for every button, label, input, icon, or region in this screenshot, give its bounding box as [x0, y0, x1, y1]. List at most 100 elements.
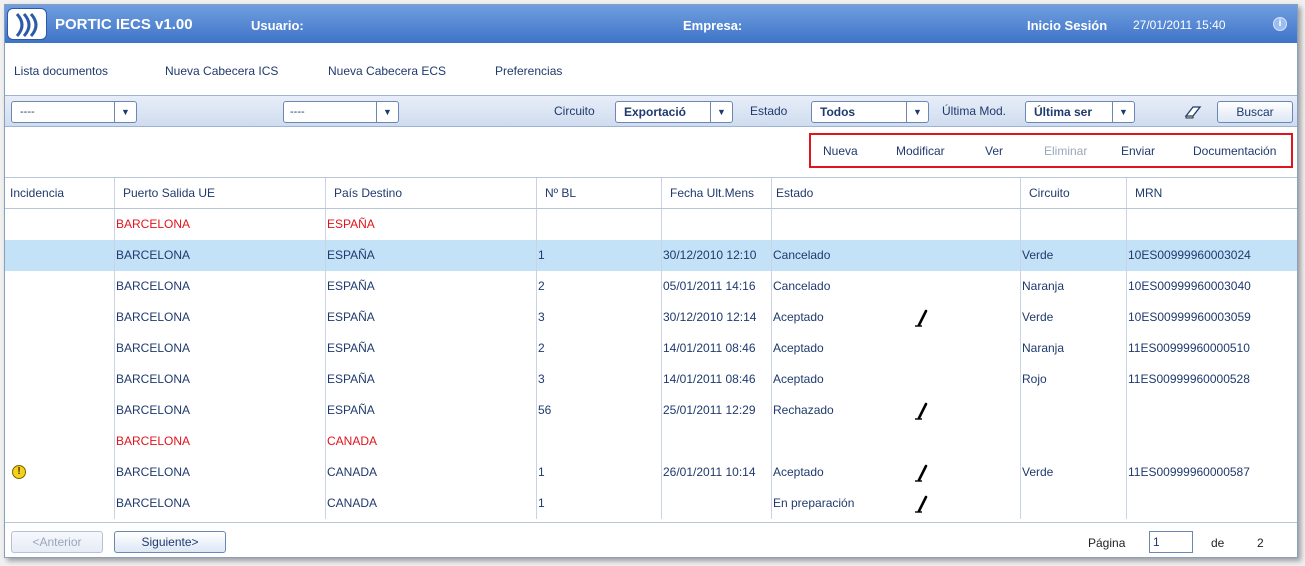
documentacion-action[interactable]: Documentación [1193, 144, 1276, 158]
mrn-cell: 10ES00999960003040 [1128, 279, 1251, 293]
pais-destino-cell: ESPAÑA [326, 271, 537, 302]
fecha-ult-mens-cell [662, 488, 772, 519]
table-row[interactable]: BARCELONA CANADA [5, 426, 1297, 457]
circuito-cell [1021, 426, 1127, 457]
table-row[interactable]: BARCELONA ESPAÑA 2 14/01/2011 08:46 Aceptado… [5, 333, 1297, 364]
estado-cell: Aceptado [772, 364, 1021, 395]
table-row[interactable]: BARCELONA ESPAÑA [5, 209, 1297, 240]
puerto-salida-cell: BARCELONA [115, 333, 326, 364]
incidencia-cell [5, 364, 115, 395]
warning-icon[interactable]: ! [12, 465, 26, 479]
edit-pencil-icon[interactable] [913, 309, 929, 330]
pais-destino-cell: ESPAÑA [326, 395, 537, 426]
inicio-sesion-label: Inicio Sesión [1027, 18, 1108, 33]
estado-cell [772, 426, 1021, 457]
circuito-cell: Verde [1021, 457, 1127, 488]
estado-cell: En preparación [772, 488, 1021, 519]
mrn-cell: 11ES00999960000528 [1128, 372, 1250, 386]
ultima-mod-select-value: Última ser [1034, 105, 1093, 119]
fecha-ult-mens-cell: 05/01/2011 14:16 [662, 271, 772, 302]
pagina-label: Página [1088, 536, 1126, 550]
info-icon[interactable]: i [1273, 17, 1287, 31]
circuito-cell: Verde [1021, 302, 1127, 333]
column-header[interactable]: Fecha Ult.Mens [662, 178, 772, 208]
pais-destino-cell: ESPAÑA [326, 333, 537, 364]
filter-combo-1[interactable]: ---- ▼ [11, 101, 137, 123]
numero-bl-cell: 2 [537, 271, 662, 302]
puerto-salida-cell: BARCELONA [115, 302, 326, 333]
anterior-button[interactable]: <Anterior [11, 531, 103, 553]
main-menu: Lista documentos Nueva Cabecera ICS Nuev… [5, 43, 1297, 95]
column-header[interactable]: Circuito [1021, 178, 1127, 208]
siguiente-button[interactable]: Siguiente> [114, 531, 226, 553]
incidencia-cell [5, 302, 115, 333]
session-datetime: 27/01/2011 15:40 [1133, 18, 1226, 32]
pais-destino-cell: ESPAÑA [326, 240, 537, 271]
circuito-cell: Rojo [1021, 364, 1127, 395]
mrn-cell [1127, 209, 1297, 240]
chevron-down-icon[interactable]: ▼ [710, 102, 732, 122]
documents-table: Incidencia Puerto Salida UE País Destino… [5, 177, 1297, 522]
table-row[interactable]: BARCELONA ESPAÑA 56 25/01/2011 12:29 Rechaza… [5, 395, 1297, 426]
table-row[interactable]: BARCELONA CANADA 1 En preparación [5, 488, 1297, 519]
nueva-action[interactable]: Nueva [823, 144, 858, 158]
modificar-action[interactable]: Modificar [896, 144, 945, 158]
estado-cell: Cancelado [772, 240, 1021, 271]
fecha-ult-mens-cell [662, 209, 772, 240]
circuito-filter-label: Circuito [554, 104, 595, 118]
table-row[interactable]: BARCELONA ESPAÑA 1 30/12/2010 12:10 Cancelad… [5, 240, 1297, 271]
eraser-icon[interactable] [1184, 104, 1202, 123]
table-row[interactable]: BARCELONA ESPAÑA 3 14/01/2011 08:46 Aceptado… [5, 364, 1297, 395]
circuito-cell: Verde [1021, 240, 1127, 271]
column-header[interactable]: Puerto Salida UE [115, 178, 326, 208]
menu-preferencias[interactable]: Preferencias [495, 64, 562, 78]
edit-pencil-icon[interactable] [913, 495, 929, 516]
estado-cell: Aceptado [772, 333, 1021, 364]
ultima-mod-select[interactable]: Última ser ▼ [1025, 101, 1135, 123]
estado-filter-label: Estado [750, 104, 788, 118]
pais-destino-cell: CANADA [326, 457, 537, 488]
estado-cell: Aceptado [772, 457, 1021, 488]
column-header[interactable]: MRN [1127, 178, 1297, 208]
buscar-button[interactable]: Buscar [1217, 101, 1293, 123]
fecha-ult-mens-cell: 26/01/2011 10:14 [662, 457, 772, 488]
chevron-down-icon[interactable]: ▼ [1112, 102, 1134, 122]
table-row[interactable]: BARCELONA ESPAÑA 2 05/01/2011 14:16 Cancelad… [5, 271, 1297, 302]
estado-cell: Cancelado [772, 271, 1021, 302]
numero-bl-cell: 1 [537, 457, 662, 488]
usuario-label: Usuario: [251, 18, 304, 33]
table-row[interactable]: BARCELONA ESPAÑA 3 30/12/2010 12:14 Aceptado… [5, 302, 1297, 333]
pais-destino-cell: ESPAÑA [326, 209, 537, 240]
chevron-down-icon[interactable]: ▼ [114, 102, 136, 122]
edit-pencil-icon[interactable] [913, 402, 929, 423]
estado-cell [772, 209, 1021, 240]
app-window: PORTIC IECS v1.00 Usuario: Empresa: Inic… [4, 4, 1298, 558]
filter-combo-2[interactable]: ---- ▼ [283, 101, 399, 123]
chevron-down-icon[interactable]: ▼ [376, 102, 398, 122]
menu-lista-documentos[interactable]: Lista documentos [14, 64, 108, 78]
column-header[interactable]: Nº BL [537, 178, 662, 208]
page-number-input[interactable] [1149, 531, 1193, 553]
filter-combo-1-value: ---- [20, 106, 35, 118]
de-label: de [1211, 536, 1225, 550]
column-header[interactable]: País Destino [326, 178, 537, 208]
ver-action[interactable]: Ver [985, 144, 1003, 158]
circuito-select[interactable]: Exportació ▼ [615, 101, 733, 123]
circuito-cell: Naranja [1021, 333, 1127, 364]
menu-nueva-cabecera-ics[interactable]: Nueva Cabecera ICS [165, 64, 278, 78]
puerto-salida-cell: BARCELONA [115, 426, 326, 457]
pais-destino-cell: ESPAÑA [326, 302, 537, 333]
enviar-action[interactable]: Enviar [1121, 144, 1155, 158]
menu-nueva-cabecera-ecs[interactable]: Nueva Cabecera ECS [328, 64, 446, 78]
edit-pencil-icon[interactable] [913, 464, 929, 485]
chevron-down-icon[interactable]: ▼ [906, 102, 928, 122]
fecha-ult-mens-cell: 30/12/2010 12:14 [662, 302, 772, 333]
actions-row: Nueva Modificar Ver Eliminar Enviar Docu… [5, 127, 1297, 177]
eliminar-action[interactable]: Eliminar [1044, 144, 1087, 158]
table-row[interactable]: BARCELONA CANADA 1 26/01/2011 10:14 Aceptado… [5, 457, 1297, 488]
column-header[interactable]: Incidencia [5, 178, 115, 208]
estado-select[interactable]: Todos ▼ [811, 101, 929, 123]
puerto-salida-cell: BARCELONA [115, 240, 326, 271]
column-header[interactable]: Estado [772, 178, 1021, 208]
pagination-footer: <Anterior Siguiente> Página de 2 [5, 522, 1297, 557]
